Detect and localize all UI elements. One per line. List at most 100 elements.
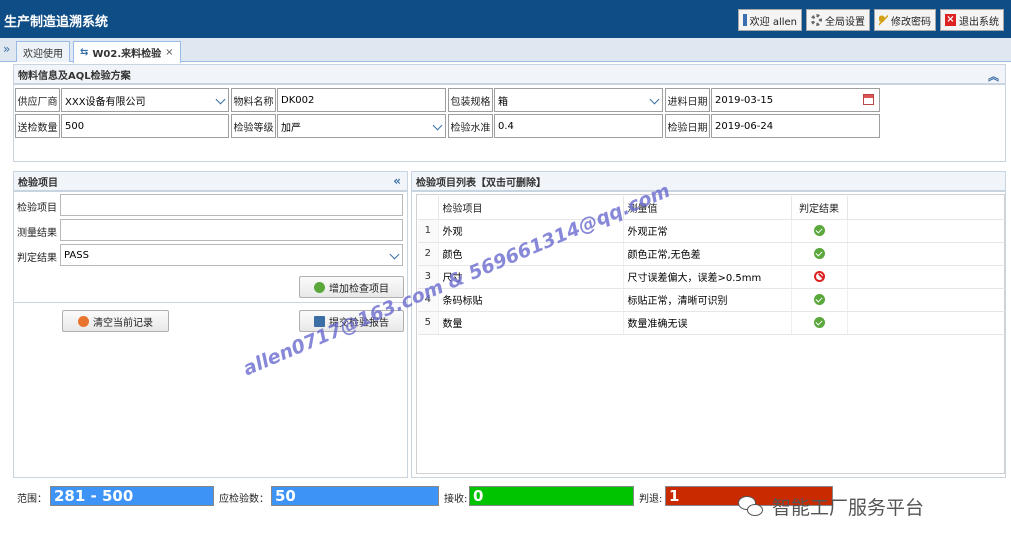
chevron-down-icon [389, 249, 400, 260]
row-result [791, 288, 848, 312]
row-value: 外观正常 [623, 219, 792, 243]
tab-incoming-inspection-label: W02.来料检验 [92, 49, 162, 60]
row-index: 1 [418, 219, 439, 243]
welcome-label: 欢迎 allen [749, 16, 797, 28]
change-password-label: 修改密码 [891, 16, 931, 28]
welcome-user-button[interactable]: 欢迎 allen [738, 9, 802, 31]
calendar-icon[interactable] [863, 94, 874, 105]
row-result [791, 219, 848, 243]
close-icon: × [945, 14, 956, 26]
row-result [791, 311, 848, 335]
incoming-date-picker[interactable]: 2019-03-15 [711, 88, 880, 112]
inspection-level-label: 检验等级 [231, 114, 276, 138]
item-label: 检验项目 [17, 203, 57, 214]
collapse-up-icon[interactable]: ︽ [988, 68, 999, 84]
global-settings-button[interactable]: 全局设置 [806, 9, 870, 31]
aql-level-field[interactable]: 0.4 [494, 114, 663, 138]
row-result [791, 242, 848, 266]
row-result [791, 265, 848, 289]
tab-incoming-inspection[interactable]: ⇆ W02.来料检验 × [73, 41, 181, 63]
table-row[interactable]: 5 数量 数量准确无误 [418, 311, 1005, 335]
grid-header-index [418, 196, 439, 220]
material-panel-header: 物料信息及AQL检验方案 ︽ [13, 64, 1006, 84]
table-row[interactable]: 4 条码标贴 标贴正常，清晰可识别 [418, 288, 1005, 312]
row-item: 条码标贴 [438, 288, 624, 312]
global-settings-label: 全局设置 [825, 16, 865, 28]
range-label: 范围： [17, 494, 47, 505]
row-spacer [847, 219, 1005, 243]
packing-spec-select[interactable]: 箱 [494, 88, 663, 112]
add-inspection-item-button[interactable]: 增加检查项目 [299, 276, 404, 298]
row-value: 尺寸误差偏大，误差>0.5mm [623, 265, 792, 289]
packing-spec-value: 箱 [498, 96, 508, 108]
inspection-item-panel-title: 检验项目 [18, 177, 58, 189]
sample-size-label: 应检验数： [219, 494, 269, 505]
row-value: 颜色正常,无色差 [623, 242, 792, 266]
logout-button[interactable]: × 退出系统 [940, 9, 1004, 31]
grid-header-result[interactable]: 判定结果 [791, 196, 848, 220]
add-inspection-item-label: 增加检查项目 [329, 283, 389, 295]
remove-icon [78, 315, 89, 327]
check-icon [813, 247, 825, 259]
clear-record-button[interactable]: 清空当前记录 [62, 310, 169, 332]
check-icon [813, 316, 825, 328]
supplier-label: 供应厂商 [15, 88, 60, 112]
measure-result-input[interactable] [60, 219, 403, 241]
inspection-qty-field[interactable]: 500 [61, 114, 229, 138]
material-name-field[interactable]: DK002 [277, 88, 446, 112]
change-password-button[interactable]: 修改密码 [874, 9, 936, 31]
double-chevron-right-icon[interactable]: » [3, 42, 10, 56]
add-icon [314, 281, 325, 293]
accept-value: 0 [469, 486, 634, 506]
gear-icon [811, 14, 822, 26]
tab-welcome-label: 欢迎使用 [23, 48, 63, 60]
row-spacer [847, 265, 1005, 289]
judge-result-label: 判定结果 [17, 253, 57, 264]
supplier-value: XXX设备有限公司 [65, 96, 146, 108]
inspection-level-value: 加严 [281, 122, 301, 134]
tab-strip: » 欢迎使用 ⇆ W02.来料检验 × [0, 38, 1011, 63]
table-row[interactable]: 1 外观 外观正常 [418, 219, 1005, 243]
app-title: 生产制造追溯系统 [4, 15, 109, 30]
wechat-icon [738, 495, 764, 518]
aql-level-value: 0.4 [498, 120, 514, 132]
accept-label: 接收: [444, 494, 468, 505]
packing-spec-label: 包装规格 [448, 88, 493, 112]
row-spacer [847, 242, 1005, 266]
grid-header-spacer [847, 196, 1005, 220]
chevron-down-icon [649, 94, 660, 105]
row-item: 数量 [438, 311, 624, 335]
aql-level-label: 检验水准 [448, 114, 493, 138]
check-icon [813, 224, 825, 236]
form-divider [14, 302, 407, 303]
check-icon [813, 293, 825, 305]
row-value: 数量准确无误 [623, 311, 792, 335]
inspection-date-value: 2019-06-24 [715, 120, 774, 132]
clear-record-label: 清空当前记录 [93, 317, 153, 329]
refresh-icon: ⇆ [80, 47, 89, 58]
tab-welcome[interactable]: 欢迎使用 [16, 41, 70, 62]
row-value: 标贴正常，清晰可识别 [623, 288, 792, 312]
material-panel-title: 物料信息及AQL检验方案 [18, 70, 131, 82]
tab-close-icon[interactable]: × [165, 47, 173, 58]
inspection-level-select[interactable]: 加严 [277, 114, 446, 138]
material-name-label: 物料名称 [231, 88, 276, 112]
collapse-left-icon[interactable]: « [393, 174, 401, 188]
item-input[interactable] [60, 194, 403, 216]
brand-label: 智能工厂服务平台 [772, 497, 925, 519]
inspection-qty-label: 送检数量 [15, 114, 60, 138]
user-icon [743, 14, 747, 26]
top-bar: 生产制造追溯系统 欢迎 allen 全局设置 修改密码 × 退出系统 [0, 0, 1011, 38]
sample-size-value: 50 [271, 486, 439, 506]
logout-label: 退出系统 [959, 16, 999, 28]
range-value: 281 - 500 [50, 486, 214, 506]
chevron-down-icon [215, 94, 226, 105]
inspection-list-panel-header: 检验项目列表【双击可删除】 [411, 171, 1006, 191]
inspection-date-label: 检验日期 [665, 114, 710, 138]
supplier-select[interactable]: XXX设备有限公司 [61, 88, 229, 112]
incoming-date-label: 进料日期 [665, 88, 710, 112]
judge-result-value: PASS [64, 249, 89, 261]
inspection-date-field[interactable]: 2019-06-24 [711, 114, 880, 138]
judge-result-select[interactable]: PASS [60, 244, 403, 266]
row-index: 5 [418, 311, 439, 335]
